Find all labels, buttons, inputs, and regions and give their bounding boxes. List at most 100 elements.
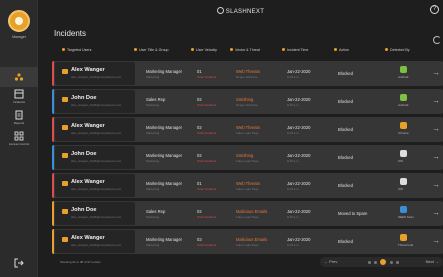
sidebar-item-reports[interactable]: Reports <box>0 110 38 130</box>
severity-bar <box>52 173 54 198</box>
table-row[interactable]: Alex Wanger alex_wanger_0123@companyco.co… <box>52 61 443 86</box>
incidents-icon <box>14 89 24 99</box>
user-name: John Doe <box>71 95 97 101</box>
user-title: Marketing Manager <box>146 69 183 74</box>
column-dot-icon <box>191 48 194 51</box>
incident-time: 9:18 a.m. <box>287 243 300 247</box>
brand-logo: SLASHNEXT <box>38 7 443 15</box>
envelope-icon <box>62 125 68 130</box>
sidebar-item-label: Reports <box>13 121 25 125</box>
row-arrow-icon[interactable]: → <box>432 68 440 77</box>
incident-count-label: Total Incidents <box>197 215 217 219</box>
action-status: Blocked <box>338 155 353 160</box>
user-title: Marketing Manager <box>146 153 183 158</box>
incident-count: 02 <box>197 125 202 130</box>
user-cell: John Doe alex_wanger_0123@companyco.com <box>55 146 135 169</box>
reports-icon <box>14 110 24 120</box>
threat-vector: Web Threats <box>236 125 260 130</box>
envelope-icon <box>62 97 68 102</box>
prev-page-button[interactable]: ← Prev <box>324 259 337 264</box>
action-status: Blocked <box>338 239 353 244</box>
column-header[interactable]: User Velocity <box>191 48 217 52</box>
incident-count: 02 <box>197 97 202 102</box>
user-email: alex_wanger_0123@companyco.com <box>71 75 122 79</box>
table-row[interactable]: Alex Wanger alex_wanger_0123@companyco.co… <box>52 173 443 198</box>
page-dot[interactable] <box>396 261 399 264</box>
table-row[interactable]: John Doe alex_wanger_0123@companyco.com Sa… <box>52 89 443 114</box>
user-group: Marketing <box>146 187 160 191</box>
table-row[interactable]: Alex Wanger alex_wanger_0123@companyco.co… <box>52 229 443 254</box>
help-icon[interactable]: ? <box>430 5 439 14</box>
page-dot[interactable] <box>368 261 371 264</box>
envelope-icon <box>62 237 68 242</box>
entries-count: Showing 01 to 08 of 97 entries <box>60 260 101 264</box>
detected-by-label: iOS <box>398 187 404 191</box>
threat-type: Fake Login Page <box>236 131 259 135</box>
column-header[interactable]: User Title & Group <box>134 48 169 52</box>
detected-by-icon <box>400 150 407 157</box>
logout-button[interactable] <box>0 258 38 272</box>
incident-date: Jan-22-2020 <box>287 181 311 186</box>
user-avatar[interactable] <box>8 10 30 32</box>
page-dot[interactable] <box>390 261 393 264</box>
user-cell: John Doe alex_wanger_0123@companyco.com <box>55 202 135 225</box>
threat-type: Fake Login Page <box>236 159 259 163</box>
incident-date: Jan-22-2020 <box>287 237 311 242</box>
row-arrow-icon[interactable]: → <box>432 236 440 245</box>
row-arrow-icon[interactable]: → <box>432 180 440 189</box>
sidebar-item-access-control[interactable]: Access Control <box>0 131 38 151</box>
incident-count: 01 <box>197 181 202 186</box>
row-arrow-icon[interactable]: → <box>432 208 440 217</box>
user-title: Sales Rep <box>146 209 166 214</box>
table-row[interactable]: Alex Wanger alex_wanger_0123@companyco.co… <box>52 117 443 142</box>
brand-mark-icon <box>216 7 224 14</box>
refresh-icon[interactable] <box>433 36 441 44</box>
incident-date: Jan-22-2020 <box>287 97 311 102</box>
action-status: Moved to Spam <box>338 211 368 216</box>
row-arrow-icon[interactable]: → <box>432 152 440 161</box>
column-dot-icon <box>385 48 388 51</box>
sidebar-item-home[interactable] <box>0 67 38 87</box>
sidebar-item-incidents[interactable]: Incidents <box>0 89 38 109</box>
action-status: Blocked <box>338 99 353 104</box>
column-header[interactable]: Detected By <box>385 48 410 52</box>
incident-date: Jan-22-2020 <box>287 69 311 74</box>
severity-bar <box>52 201 54 226</box>
column-header[interactable]: Incident Time <box>282 48 308 52</box>
user-email: alex_wanger_0123@companyco.com <box>71 131 122 135</box>
threat-vector: Web Threats <box>236 69 260 74</box>
page-dot[interactable] <box>374 261 377 264</box>
incident-count-label: Total Incidents <box>197 75 217 79</box>
user-name: Alex Wanger <box>71 179 105 185</box>
incident-count: 03 <box>197 237 202 242</box>
sidebar-item-label: Access Control <box>8 142 30 146</box>
column-header[interactable]: Targeted Users <box>62 48 91 52</box>
detected-by-icon <box>400 206 407 213</box>
dashboard-icon <box>14 72 24 82</box>
column-dot-icon <box>230 48 233 51</box>
row-arrow-icon[interactable]: → <box>432 96 440 105</box>
incident-time: 9:18 a.m. <box>287 131 300 135</box>
incident-count: 01 <box>197 69 202 74</box>
user-title: Marketing Manager <box>146 237 183 242</box>
user-email: alex_wanger_0123@companyco.com <box>71 187 122 191</box>
user-group: Marketing <box>146 159 160 163</box>
table-row[interactable]: John Doe alex_wanger_0123@companyco.com Ma… <box>52 145 443 170</box>
threat-vector: Smishing <box>236 153 254 158</box>
user-name: Alex Wanger <box>71 235 105 241</box>
page-dot-active[interactable] <box>380 259 386 265</box>
detected-by-icon <box>400 122 407 129</box>
app-root: Manager Incidents Reports Access Control <box>0 0 443 277</box>
incident-count-label: Total Incidents <box>197 159 217 163</box>
detected-by-label: iOS <box>398 159 404 163</box>
next-page-button[interactable]: Next → <box>426 259 439 264</box>
brand-name: SLASHNEXT <box>225 9 265 15</box>
user-group: Marketing <box>146 243 160 247</box>
detected-by-label: SEES Scan <box>398 215 414 219</box>
incident-date: Jan-22-2020 <box>287 209 311 214</box>
column-header[interactable]: Action <box>334 48 349 52</box>
row-arrow-icon[interactable]: → <box>432 124 440 133</box>
column-header[interactable]: Vector & Threat <box>230 48 260 52</box>
threat-type: Fake Login Page <box>236 215 259 219</box>
table-row[interactable]: John Doe alex_wanger_0123@companyco.com Sa… <box>52 201 443 226</box>
